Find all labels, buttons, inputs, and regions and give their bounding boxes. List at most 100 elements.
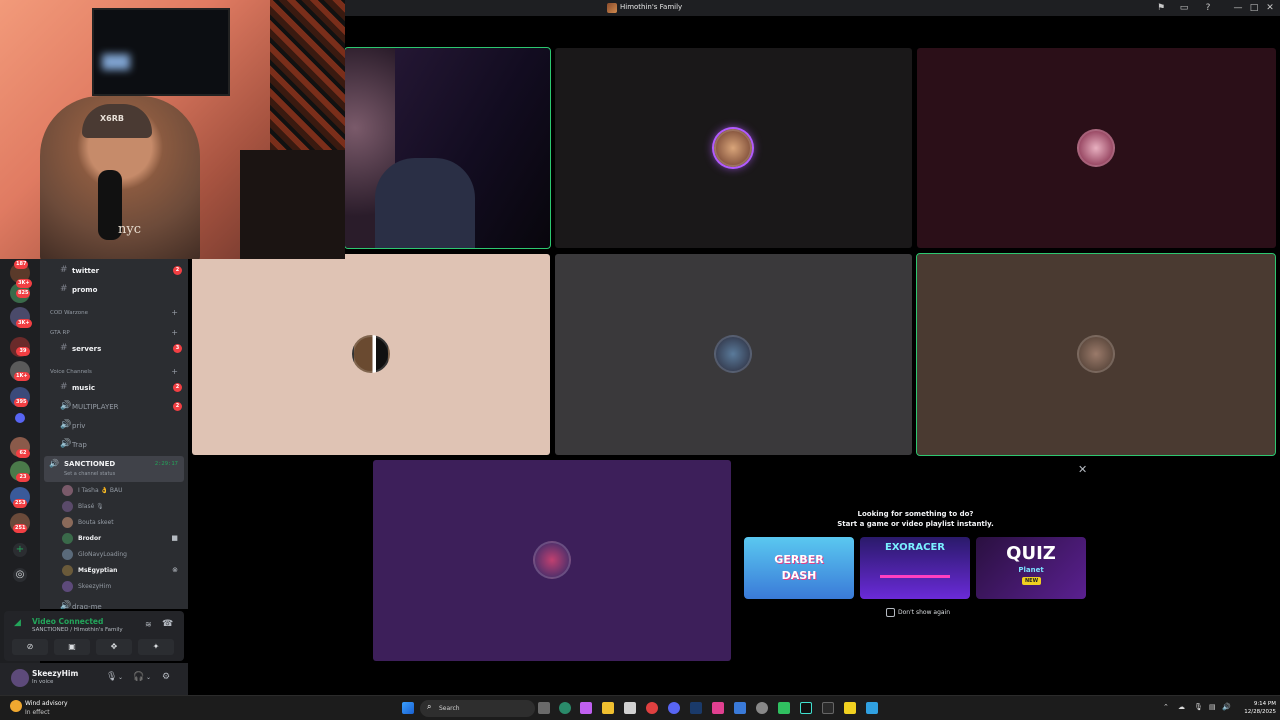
add-channel-icon[interactable]: + [171,328,178,337]
add-channel-icon[interactable]: + [171,367,178,376]
voice-member[interactable]: Brodor ■ [62,531,182,546]
headphones-icon[interactable]: 🎧 [133,672,144,682]
channel-status[interactable]: Set a channel status [64,471,115,477]
noise-suppression-icon[interactable]: ≋ [145,620,152,629]
volume-icon[interactable]: 🔊 [1222,703,1231,711]
category-gta[interactable]: GTA RP [50,330,70,336]
gear-icon[interactable]: ⚙ [162,672,170,682]
call-timer: 2:29:17 [154,461,178,467]
tiktok-icon[interactable] [800,702,812,714]
unread-badge: 39 [16,347,30,356]
folder-icon[interactable] [15,413,25,423]
app-icon[interactable] [778,702,790,714]
minimize-button[interactable]: — [1232,2,1244,14]
category-cod[interactable]: COD Warzone [50,310,88,316]
steam-icon[interactable] [690,702,702,714]
channel-music[interactable]: # music 2 [48,380,186,396]
speaker-icon: 🔊 [60,401,72,411]
voice-channel-trap[interactable]: 🔊 Trap [48,437,186,453]
video-tile[interactable] [916,253,1276,456]
voice-channel-multiplayer[interactable]: 🔊 MULTIPLAYER 2 [48,399,186,415]
video-tile[interactable] [555,254,912,455]
hash-icon: # [60,265,68,275]
close-icon[interactable]: ✕ [1078,463,1087,476]
weather-subtitle: In effect [25,709,50,716]
avatar [62,501,73,512]
close-button[interactable]: ✕ [1264,2,1276,14]
copilot-icon[interactable] [580,702,592,714]
screen-icon[interactable]: ▭ [1178,2,1190,14]
soundboard-button[interactable]: ✦ [138,639,174,655]
network-icon[interactable]: ▤ [1209,703,1216,711]
video-tile[interactable] [917,48,1276,248]
chevron-down-icon[interactable]: ⌄ [146,674,151,681]
voice-member[interactable]: GloNavyLoading [62,547,182,562]
weather-icon[interactable] [10,700,22,712]
discover-icon[interactable]: ◎ [13,568,27,582]
screen-share-button[interactable]: ▣ [54,639,90,655]
game-card-quiz-planet[interactable]: QUIZ Planet NEW [976,537,1086,599]
chrome-icon[interactable] [646,702,658,714]
store-icon[interactable] [624,702,636,714]
task-view-icon[interactable] [538,702,550,714]
channel-servers[interactable]: # servers 3 [48,341,186,357]
dont-show-checkbox[interactable] [886,608,895,617]
game-card-exoracer[interactable]: EXORACER [860,537,970,599]
app-icon[interactable] [756,702,768,714]
search-input[interactable]: ⌕ Search [420,700,535,717]
weather-title[interactable]: Wind advisory [25,700,68,707]
maximize-button[interactable]: □ [1248,2,1260,14]
inbox-icon[interactable]: ⚑ [1155,2,1167,14]
voice-member[interactable]: SkeezyHim [62,579,182,594]
app-icon[interactable] [866,702,878,714]
voice-member[interactable]: Bouta skeet [62,515,182,530]
user-panel: SkeezyHim In voice 🎙 ⌄ 🎧 ⌄ ⚙ [0,663,188,695]
add-server-icon[interactable]: + [13,543,27,557]
category-voice[interactable]: Voice Channels [50,369,92,375]
video-tile-camera[interactable] [344,47,551,249]
voice-status-title[interactable]: Video Connected [32,617,103,626]
voice-member[interactable]: Blasé 🎙 [62,499,182,514]
speaker-icon: 🔊 [49,459,59,468]
channel-list: # twitter 2 # promo COD Warzone + GTA RP… [40,259,188,609]
app-icon[interactable] [734,702,746,714]
channel-drag-me[interactable]: 🔊 drag-me [48,599,186,609]
edge-icon[interactable] [559,702,571,714]
game-card-gerber-dash[interactable]: GERBER DASH [744,537,854,599]
video-tile[interactable] [555,48,912,248]
disconnect-icon[interactable]: ☎ [162,619,173,629]
video-tile[interactable] [192,254,550,455]
voice-status-subtitle[interactable]: SANCTIONED / Himothin's Family [32,627,123,633]
discord-icon[interactable] [668,702,680,714]
chevron-up-icon[interactable]: ⌃ [1163,703,1169,711]
sticky-notes-icon[interactable] [844,702,856,714]
username[interactable]: SkeezyHim [32,669,78,678]
clock[interactable]: 9:14 PM 12/28/2025 [1236,700,1276,716]
channel-promo[interactable]: # promo [48,282,186,298]
unread-badge: 3K+ [16,279,32,288]
start-icon[interactable] [402,702,414,714]
avatar[interactable] [11,669,29,687]
chevron-down-icon[interactable]: ⌄ [118,674,123,681]
add-channel-icon[interactable]: + [171,308,178,317]
activity-heading: Looking for something to do? [857,510,974,518]
channel-twitter[interactable]: # twitter 2 [48,263,186,279]
avatar [1077,129,1115,167]
video-tile[interactable] [373,460,731,661]
voice-channel-sanctioned[interactable]: 🔊 SANCTIONED 2:29:17 Set a channel statu… [44,456,184,482]
voice-channel-priv[interactable]: 🔊 priv [48,418,186,434]
instagram-icon[interactable] [712,702,724,714]
help-icon[interactable]: ? [1202,2,1214,14]
activities-button[interactable]: ✥ [96,639,132,655]
app-icon[interactable] [822,702,834,714]
camera-toggle-button[interactable]: ⊘ [12,639,48,655]
voice-member[interactable]: I Tasha 👌 BAU [62,483,182,498]
cloud-icon[interactable]: ☁ [1178,703,1185,711]
mention-badge: 2 [173,383,182,392]
microphone-icon[interactable]: 🎙 [106,672,117,682]
window-title: Himothin's Family [620,3,683,11]
hash-icon: # [60,343,68,353]
microphone-icon[interactable]: 🎙 [1194,703,1203,711]
folder-icon[interactable] [602,702,614,714]
voice-member[interactable]: MsEgyptian ⊗ [62,563,182,578]
